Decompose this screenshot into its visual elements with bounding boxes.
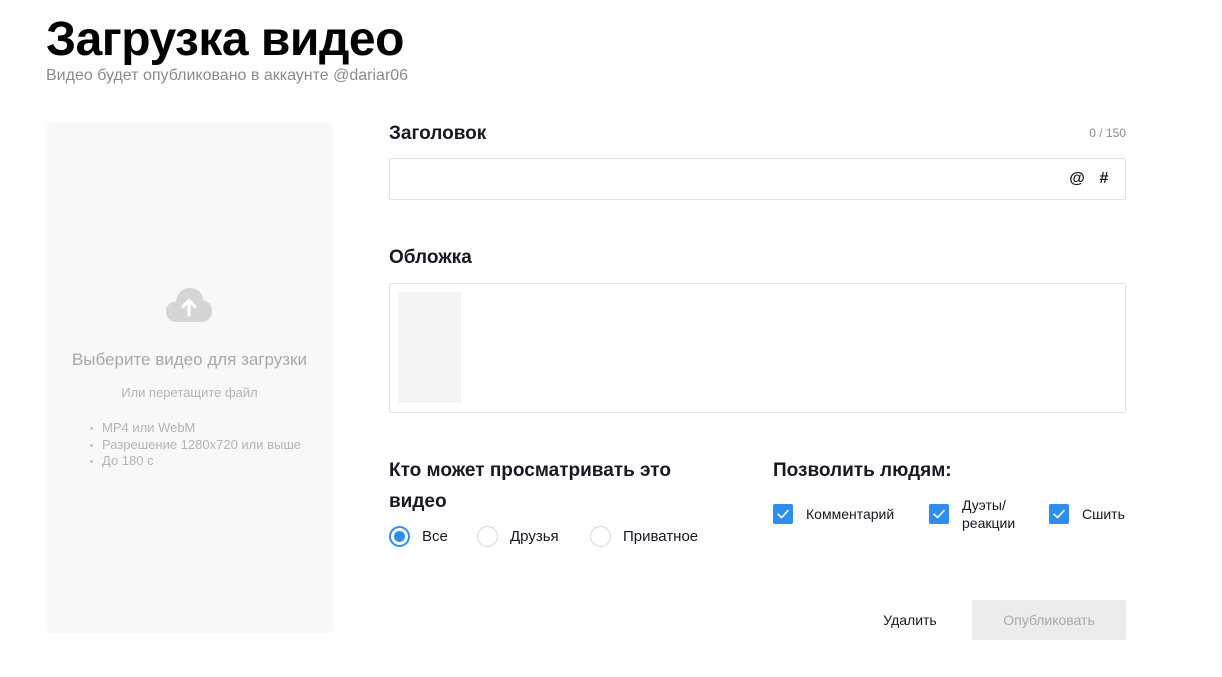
page-subtitle: Видео будет опубликовано в аккаунте @dar…: [46, 67, 409, 84]
privacy-option-friends[interactable]: Друзья: [477, 525, 559, 547]
caption-field: @ #: [389, 158, 1126, 200]
requirement-item: MP4 или WebM: [89, 420, 301, 437]
privacy-option-all[interactable]: Все: [389, 525, 448, 547]
cloud-upload-icon: [166, 288, 212, 322]
mention-icon[interactable]: @: [1067, 169, 1087, 189]
caption-char-counter: 0 / 150: [1089, 126, 1126, 140]
privacy-option-private[interactable]: Приватное: [590, 525, 698, 547]
caption-label: Заголовок: [389, 123, 487, 144]
radio-label: Приватное: [623, 527, 699, 545]
privacy-title: Кто может просматривать это видео: [389, 460, 671, 512]
upload-title: Выберите видео для загрузки: [71, 350, 308, 369]
checkbox-checked-icon[interactable]: [773, 504, 793, 524]
checkbox-label: Комментарий: [806, 506, 895, 522]
page-title: Загрузка видео: [46, 13, 404, 66]
hashtag-icon[interactable]: #: [1094, 169, 1114, 189]
caption-input[interactable]: [390, 159, 1050, 199]
checkbox-label: Сшить: [1082, 506, 1125, 522]
publish-button[interactable]: Опубликовать: [972, 600, 1126, 640]
checkbox-label: Дуэты/ реакции: [962, 497, 1016, 531]
cover-thumbnail[interactable]: [398, 292, 461, 403]
requirement-item: Разрешение 1280x720 или выше: [89, 436, 302, 452]
radio-label: Все: [422, 527, 448, 545]
checkbox-checked-icon[interactable]: [929, 504, 949, 524]
allow-comments-checkbox[interactable]: Комментарий: [773, 503, 894, 525]
radio-unselected-icon[interactable]: [590, 525, 611, 547]
radio-label: Друзья: [510, 527, 559, 545]
checkbox-checked-icon[interactable]: [1049, 504, 1069, 524]
upload-page: Загрузка видео Видео будет опубликовано …: [0, 0, 1222, 677]
allow-stitch-checkbox[interactable]: Сшить: [1049, 503, 1125, 525]
requirement-item: До 180 с: [89, 453, 301, 470]
allow-duets-checkbox[interactable]: Дуэты/ реакции: [929, 497, 1032, 531]
radio-selected-icon[interactable]: [389, 525, 410, 547]
radio-unselected-icon[interactable]: [477, 525, 498, 547]
upload-subtitle: Или перетащите файл: [121, 385, 258, 400]
delete-button[interactable]: Удалить: [862, 600, 958, 640]
cover-selector: [389, 283, 1126, 413]
cover-label: Обложка: [389, 247, 472, 268]
video-upload-dropzone[interactable]: Выберите видео для загрузки Или перетащи…: [46, 123, 333, 633]
allow-title: Позволить людям:: [773, 460, 952, 481]
upload-requirements: MP4 или WebM Разрешение 1280x720 или выш…: [89, 420, 302, 470]
